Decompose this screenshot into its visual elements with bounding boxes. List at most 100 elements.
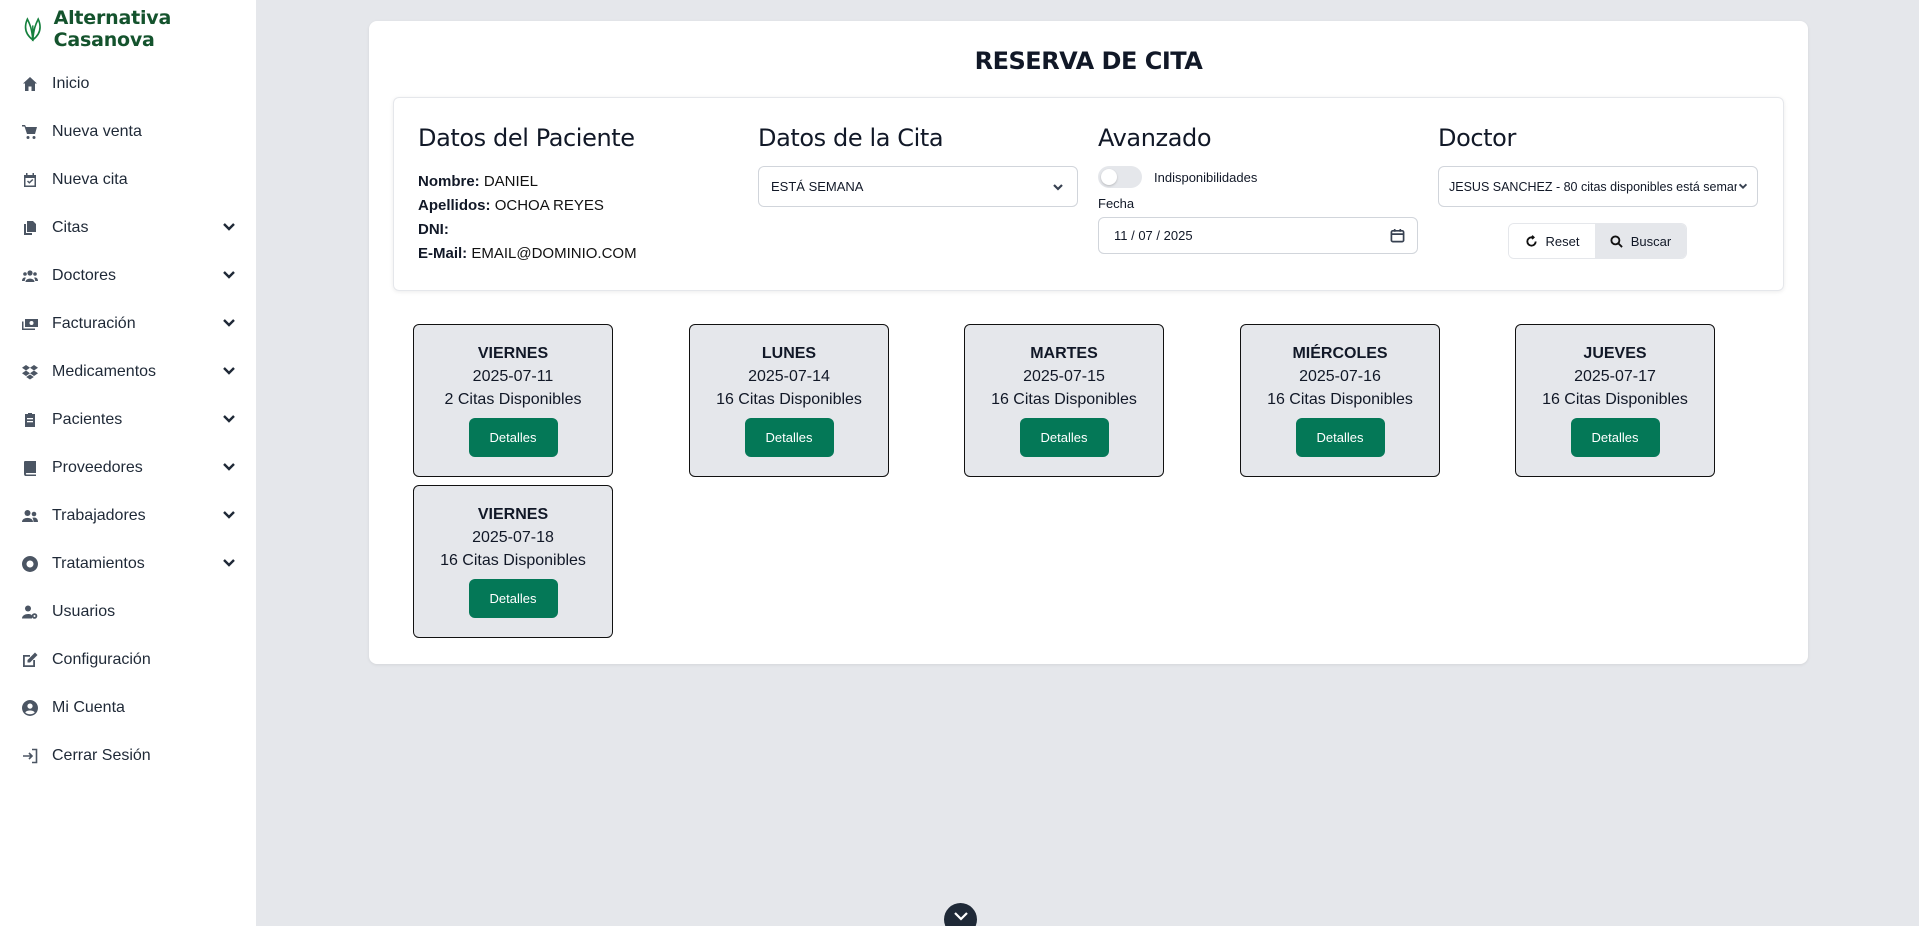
day-card: MIÉRCOLES 2025-07-16 16 Citas Disponible… xyxy=(1240,324,1440,477)
calendar-check-icon xyxy=(22,172,38,188)
day-availability: 16 Citas Disponibles xyxy=(1267,391,1413,408)
date-input[interactable]: 11 / 07 / 2025 xyxy=(1098,217,1418,254)
sidebar-item-doctores[interactable]: Doctores xyxy=(0,252,256,300)
scroll-toggle-button[interactable] xyxy=(944,903,977,926)
day-card: JUEVES 2025-07-17 16 Citas Disponibles D… xyxy=(1515,324,1715,477)
dropbox-icon xyxy=(22,364,38,380)
sidebar-item-tratamientos[interactable]: Tratamientos xyxy=(0,540,256,588)
unavailability-toggle[interactable] xyxy=(1098,166,1142,188)
chevron-down-icon xyxy=(222,507,236,526)
nombre-label: Nombre: xyxy=(418,173,480,190)
chevron-down-icon xyxy=(1051,180,1065,197)
date-input-value: 11 / 07 / 2025 xyxy=(1114,228,1193,243)
sidebar-item-configuracion[interactable]: Configuración xyxy=(0,636,256,684)
details-button[interactable]: Detalles xyxy=(1570,418,1660,457)
life-ring-icon xyxy=(22,556,38,572)
refresh-icon xyxy=(1525,234,1537,247)
sidebar-item-trabajadores[interactable]: Trabajadores xyxy=(0,492,256,540)
day-card: VIERNES 2025-07-18 16 Citas Disponibles … xyxy=(413,485,613,638)
day-availability: 16 Citas Disponibles xyxy=(991,391,1137,408)
sidebar-item-label: Pacientes xyxy=(52,411,123,428)
dni-label: DNI: xyxy=(418,221,449,238)
doctor-select[interactable]: JESUS SANCHEZ - 80 citas disponibles est… xyxy=(1438,166,1758,207)
search-icon xyxy=(1610,234,1623,248)
patient-section: Datos del Paciente Nombre: DANIEL Apelli… xyxy=(418,124,637,266)
details-button[interactable]: Detalles xyxy=(1295,418,1385,457)
sidebar-item-cerrar-sesion[interactable]: Cerrar Sesión xyxy=(0,732,256,780)
sidebar-item-usuarios[interactable]: Usuarios xyxy=(0,588,256,636)
user-group-icon xyxy=(22,508,38,524)
cart-icon xyxy=(22,124,38,140)
calendar-icon[interactable] xyxy=(1390,228,1405,246)
details-button[interactable]: Detalles xyxy=(468,579,558,618)
search-button[interactable]: Buscar xyxy=(1595,224,1686,258)
advanced-section: Avanzado Indisponibilidades Fecha 11 / 0… xyxy=(1098,124,1418,254)
sidebar-item-proveedores[interactable]: Proveedores xyxy=(0,444,256,492)
day-date: 2025-07-17 xyxy=(1574,368,1656,385)
sidebar-item-label: Doctores xyxy=(52,267,117,284)
sidebar-item-mi-cuenta[interactable]: Mi Cuenta xyxy=(0,684,256,732)
user-circle-icon xyxy=(22,700,38,716)
toggle-label: Indisponibilidades xyxy=(1154,169,1258,185)
chevron-down-icon xyxy=(222,459,236,478)
chevron-down-icon xyxy=(953,912,968,921)
sidebar-item-label: Nueva cita xyxy=(52,171,128,188)
advanced-heading: Avanzado xyxy=(1098,124,1212,152)
users-icon xyxy=(22,268,38,284)
book-icon xyxy=(22,460,38,476)
day-card: LUNES 2025-07-14 16 Citas Disponibles De… xyxy=(689,324,889,477)
brand-name: Alternativa Casanova xyxy=(53,7,172,51)
sidebar-item-nueva-venta[interactable]: Nueva venta xyxy=(0,108,256,156)
apellidos-label: Apellidos: xyxy=(418,197,491,214)
sidebar-item-label: Proveedores xyxy=(52,459,143,476)
sidebar-item-label: Tratamientos xyxy=(52,555,145,572)
unavailability-toggle-row: Indisponibilidades xyxy=(1098,166,1418,188)
appointment-heading: Datos de la Cita xyxy=(758,124,944,152)
day-card: MARTES 2025-07-15 16 Citas Disponibles D… xyxy=(964,324,1164,477)
chevron-down-icon xyxy=(1737,180,1749,195)
sidebar-item-citas[interactable]: Citas xyxy=(0,204,256,252)
day-name: MARTES xyxy=(1030,345,1098,362)
reset-button[interactable]: Reset xyxy=(1509,224,1595,258)
period-select-value: ESTÁ SEMANA xyxy=(771,179,864,194)
day-availability: 16 Citas Disponibles xyxy=(1542,391,1688,408)
money-icon xyxy=(22,316,38,332)
sidebar-item-pacientes[interactable]: Pacientes xyxy=(0,396,256,444)
filter-panel: Datos del Paciente Nombre: DANIEL Apelli… xyxy=(393,97,1784,291)
sign-in-icon xyxy=(22,748,38,764)
search-label: Buscar xyxy=(1630,233,1672,249)
day-date: 2025-07-16 xyxy=(1299,368,1381,385)
sidebar-item-facturacion[interactable]: Facturación xyxy=(0,300,256,348)
period-select[interactable]: ESTÁ SEMANA xyxy=(758,166,1078,207)
day-date: 2025-07-18 xyxy=(472,529,554,546)
day-name: MIÉRCOLES xyxy=(1292,345,1388,362)
day-date: 2025-07-14 xyxy=(748,368,830,385)
chevron-down-icon xyxy=(222,411,236,430)
doctor-heading: Doctor xyxy=(1438,124,1516,152)
day-date: 2025-07-15 xyxy=(1023,368,1105,385)
clipboard-icon xyxy=(22,412,38,428)
sidebar-item-label: Trabajadores xyxy=(52,507,146,524)
details-button[interactable]: Detalles xyxy=(744,418,834,457)
doctor-section: Doctor JESUS SANCHEZ - 80 citas disponib… xyxy=(1438,124,1758,259)
sidebar: Alternativa Casanova Inicio Nueva venta … xyxy=(0,0,256,926)
sidebar-item-label: Cerrar Sesión xyxy=(52,747,151,764)
sidebar-item-label: Medicamentos xyxy=(52,363,157,380)
sidebar-item-nueva-cita[interactable]: Nueva cita xyxy=(0,156,256,204)
details-button[interactable]: Detalles xyxy=(1019,418,1109,457)
action-button-group: Reset Buscar xyxy=(1508,223,1687,259)
brand[interactable]: Alternativa Casanova xyxy=(0,0,256,58)
details-button[interactable]: Detalles xyxy=(468,418,558,457)
email-label: E-Mail: xyxy=(418,245,468,262)
sidebar-nav: Inicio Nueva venta Nueva cita Citas Doct… xyxy=(0,60,256,780)
sidebar-item-label: Configuración xyxy=(52,651,151,668)
sidebar-item-label: Usuarios xyxy=(52,603,116,620)
patient-heading: Datos del Paciente xyxy=(418,124,635,152)
appointment-section: Datos de la Cita ESTÁ SEMANA xyxy=(758,124,1078,207)
chevron-down-icon xyxy=(222,267,236,286)
chevron-down-icon xyxy=(222,555,236,574)
apellidos-value: OCHOA REYES xyxy=(494,197,604,214)
day-name: JUEVES xyxy=(1583,345,1647,362)
sidebar-item-medicamentos[interactable]: Medicamentos xyxy=(0,348,256,396)
sidebar-item-inicio[interactable]: Inicio xyxy=(0,60,256,108)
